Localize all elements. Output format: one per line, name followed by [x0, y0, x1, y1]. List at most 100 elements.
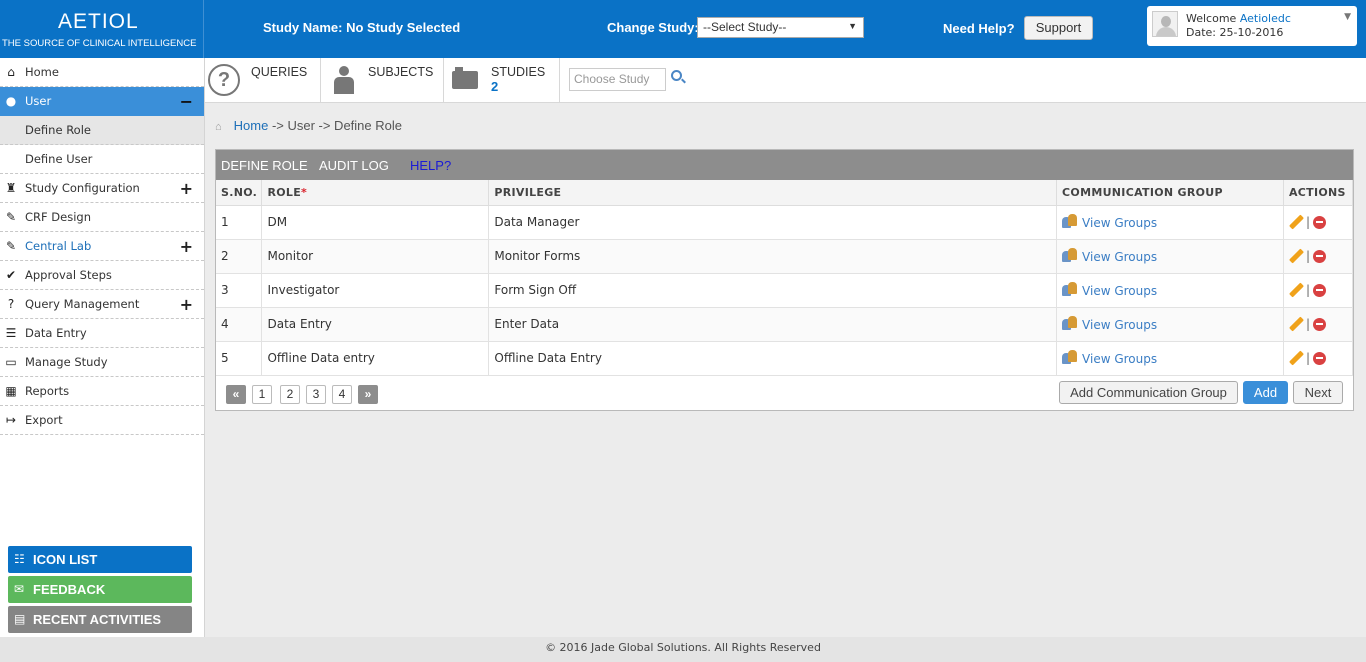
sidebar-item-reports[interactable]: ▦ Reports	[0, 377, 204, 406]
icon-list-button[interactable]: ☷ ICON LIST	[8, 546, 192, 573]
feedback-button[interactable]: ✉ FEEDBACK	[8, 576, 192, 603]
sidebar-item-define-role[interactable]: Define Role	[0, 116, 204, 145]
breadcrumb: ⌂ Home -> User -> Define Role	[215, 118, 402, 133]
person-icon	[333, 66, 355, 94]
sidebar-item-query-management[interactable]: ? Query Management +	[0, 290, 204, 319]
search-icon[interactable]	[671, 70, 682, 81]
delete-icon[interactable]	[1313, 215, 1327, 229]
central-lab-icon: ✎	[5, 239, 17, 253]
studies-count: 2	[491, 79, 499, 94]
toolbar-queries[interactable]: ? QUERIES	[205, 58, 321, 102]
sidebar-item-user[interactable]: ● User −	[0, 87, 204, 116]
cell-sno: 5	[216, 341, 263, 376]
sidebar-item-define-user[interactable]: Define User	[0, 145, 204, 174]
data-entry-icon: ☰	[5, 326, 17, 340]
view-groups-link[interactable]: View Groups	[1082, 352, 1157, 366]
cell-role: DM	[261, 205, 490, 240]
recent-activities-button[interactable]: ▤ RECENT ACTIVITIES	[8, 606, 192, 633]
pagination-page-3[interactable]: 3	[306, 385, 326, 404]
table-row: 1 DM Data Manager View Groups |	[216, 205, 1354, 240]
sidebar-item-label: Define User	[25, 152, 93, 166]
delete-icon[interactable]	[1313, 283, 1327, 297]
view-groups-link[interactable]: View Groups	[1082, 250, 1157, 264]
pagination-page-1[interactable]: 1	[252, 385, 272, 404]
top-header: AETIOL THE SOURCE OF CLINICAL INTELLIGEN…	[0, 0, 1366, 58]
sidebar-item-study-configuration[interactable]: ♜ Study Configuration +	[0, 174, 204, 203]
cell-role: Data Entry	[261, 307, 490, 342]
expand-icon[interactable]: +	[180, 291, 193, 319]
manage-study-icon: ▭	[5, 355, 17, 369]
sidebar-item-central-lab[interactable]: ✎ Central Lab +	[0, 232, 204, 261]
tab-define-role[interactable]: DEFINE ROLE	[221, 158, 308, 173]
toolbar-subjects[interactable]: SUBJECTS	[321, 58, 444, 102]
edit-pencil-icon[interactable]	[1289, 317, 1303, 331]
sidebar-item-manage-study[interactable]: ▭ Manage Study	[0, 348, 204, 377]
edit-pencil-icon[interactable]	[1289, 215, 1303, 229]
view-groups-link[interactable]: View Groups	[1082, 284, 1157, 298]
envelope-icon: ✉	[14, 582, 25, 596]
toolbar-studies[interactable]: STUDIES 2	[444, 58, 560, 102]
list-icon: ☷	[14, 552, 25, 566]
pagination-next-button[interactable]: »	[358, 385, 378, 404]
action-separator: |	[1305, 214, 1311, 229]
brand-name: AETIOL	[58, 10, 139, 33]
cell-role: Investigator	[261, 273, 490, 308]
help-link[interactable]: HELP?	[410, 158, 451, 173]
table-row: 2 Monitor Monitor Forms View Groups |	[216, 239, 1354, 274]
user-menu[interactable]: Welcome Aetioledc Date: 25-10-2016 ▼	[1147, 6, 1357, 46]
edit-pencil-icon[interactable]	[1289, 283, 1303, 297]
add-communication-group-button[interactable]: Add Communication Group	[1059, 381, 1238, 404]
cell-communication-group: View Groups	[1056, 273, 1284, 308]
choose-study-input[interactable]: Choose Study	[569, 68, 666, 91]
sidebar-item-home[interactable]: ⌂ Home	[0, 58, 204, 87]
action-separator: |	[1305, 316, 1311, 331]
sidebar-item-data-entry[interactable]: ☰ Data Entry	[0, 319, 204, 348]
subjects-label: SUBJECTS	[368, 65, 434, 79]
study-select[interactable]: --Select Study-- ▼	[697, 17, 864, 38]
next-button[interactable]: Next	[1293, 381, 1343, 404]
table-header-row: S.NO. ROLE* PRIVILEGE COMMUNICATION GROU…	[216, 180, 1354, 206]
delete-icon[interactable]	[1313, 317, 1327, 331]
sidebar-item-label: User	[25, 94, 52, 108]
reports-icon: ▦	[5, 384, 17, 398]
table-row: 3 Investigator Form Sign Off View Groups…	[216, 273, 1354, 308]
tab-audit-log[interactable]: AUDIT LOG	[319, 158, 389, 173]
col-role: ROLE*	[261, 180, 490, 206]
sidebar-item-approval-steps[interactable]: ✔ Approval Steps	[0, 261, 204, 290]
app-logo[interactable]: AETIOL THE SOURCE OF CLINICAL INTELLIGEN…	[0, 0, 204, 58]
add-button[interactable]: Add	[1243, 381, 1288, 404]
delete-icon[interactable]	[1313, 249, 1327, 263]
group-icon	[1062, 214, 1078, 228]
pagination-prev-button[interactable]: «	[226, 385, 246, 404]
support-button[interactable]: Support	[1024, 16, 1093, 40]
welcome-text: Welcome Aetioledc	[1186, 12, 1291, 25]
user-icon: ●	[5, 94, 17, 108]
cell-communication-group: View Groups	[1056, 307, 1284, 342]
delete-icon[interactable]	[1313, 351, 1327, 365]
username: Aetioledc	[1239, 12, 1291, 25]
cell-privilege: Data Manager	[488, 205, 1058, 240]
sidebar-item-label: Export	[25, 413, 63, 427]
folder-icon	[452, 67, 478, 89]
breadcrumb-home-link[interactable]: Home	[234, 118, 269, 133]
edit-pencil-icon[interactable]	[1289, 351, 1303, 365]
expand-icon[interactable]: +	[180, 233, 193, 261]
sidebar-item-crf-design[interactable]: ✎ CRF Design	[0, 203, 204, 232]
query-icon: ?	[7, 297, 15, 311]
col-communication-group: COMMUNICATION GROUP	[1056, 180, 1284, 206]
avatar	[1152, 11, 1178, 37]
view-groups-link[interactable]: View Groups	[1082, 318, 1157, 332]
pagination-page-4[interactable]: 4	[332, 385, 352, 404]
sidebar-item-label: Central Lab	[25, 239, 92, 253]
group-icon	[1062, 248, 1078, 262]
sidebar-item-export[interactable]: ↦ Export	[0, 406, 204, 435]
pagination-page-2[interactable]: 2	[280, 385, 300, 404]
collapse-icon[interactable]: −	[180, 88, 193, 116]
quick-toolbar: ? QUERIES SUBJECTS STUDIES 2 Choose Stud…	[205, 58, 1366, 103]
edit-pencil-icon[interactable]	[1289, 249, 1303, 263]
expand-icon[interactable]: +	[180, 175, 193, 203]
home-icon: ⌂	[7, 65, 15, 79]
user-menu-caret-icon[interactable]: ▼	[1344, 12, 1351, 22]
need-help-label: Need Help?	[943, 21, 1015, 36]
view-groups-link[interactable]: View Groups	[1082, 216, 1157, 230]
